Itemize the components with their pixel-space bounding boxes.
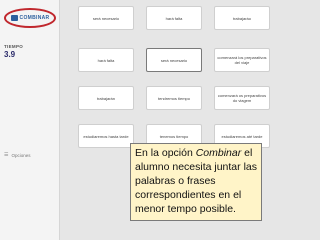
combinar-icon	[10, 15, 18, 21]
sidebar: COMBINAR TIEMPO 3.9 ☰ Opciones	[0, 0, 60, 240]
time-value: 3.9	[4, 50, 16, 59]
match-card[interactable]: trabajaráo	[214, 6, 270, 30]
card-text: hará falta	[97, 57, 115, 63]
settings-icon: ☰	[4, 152, 9, 158]
logo-text: COMBINAR	[19, 15, 50, 21]
combinar-logo[interactable]: COMBINAR	[4, 8, 56, 28]
match-card[interactable]: comenzará os preparativos do viagem	[214, 86, 270, 110]
card-text: será necesario	[160, 57, 188, 63]
match-card[interactable]: estudiaremos hasta tarde	[78, 124, 134, 148]
card-text: trabajaráo	[232, 15, 251, 21]
card-text: hará falta	[165, 15, 183, 21]
card-text: tenemos tiempo	[159, 133, 189, 139]
card-text: trabajarán	[96, 95, 115, 101]
card-text: estudiaremos até tarde	[221, 133, 263, 139]
options-label: Opciones	[11, 152, 31, 158]
match-card[interactable]: trabajarán	[78, 86, 134, 110]
caption-box: En la opción Combinar el alumno necesita…	[130, 143, 262, 221]
match-card[interactable]: comenzará los preparativos del viaje	[214, 48, 270, 72]
app-window: COMBINAR TIEMPO 3.9 ☰ Opciones será nece…	[0, 0, 320, 240]
card-text: comenzará los preparativos del viaje	[217, 55, 267, 65]
caption-emphasis: Combinar	[195, 147, 242, 159]
caption-text-1: En la opción	[135, 147, 196, 159]
card-text: comenzará os preparativos do viagem	[217, 93, 267, 103]
match-card[interactable]: hará falta	[146, 6, 202, 30]
match-card-selected[interactable]: será necesario	[146, 48, 202, 72]
time-label: TIEMPO	[4, 44, 24, 49]
match-card[interactable]: tendremos tiempo	[146, 86, 202, 110]
match-card[interactable]: hará falta	[78, 48, 134, 72]
card-text: tendremos tiempo	[157, 95, 190, 101]
card-text: será necesario	[92, 15, 120, 21]
match-card[interactable]: será necesario	[78, 6, 134, 30]
card-text: estudiaremos hasta tarde	[83, 133, 129, 139]
options-button[interactable]: ☰ Opciones	[4, 150, 54, 160]
